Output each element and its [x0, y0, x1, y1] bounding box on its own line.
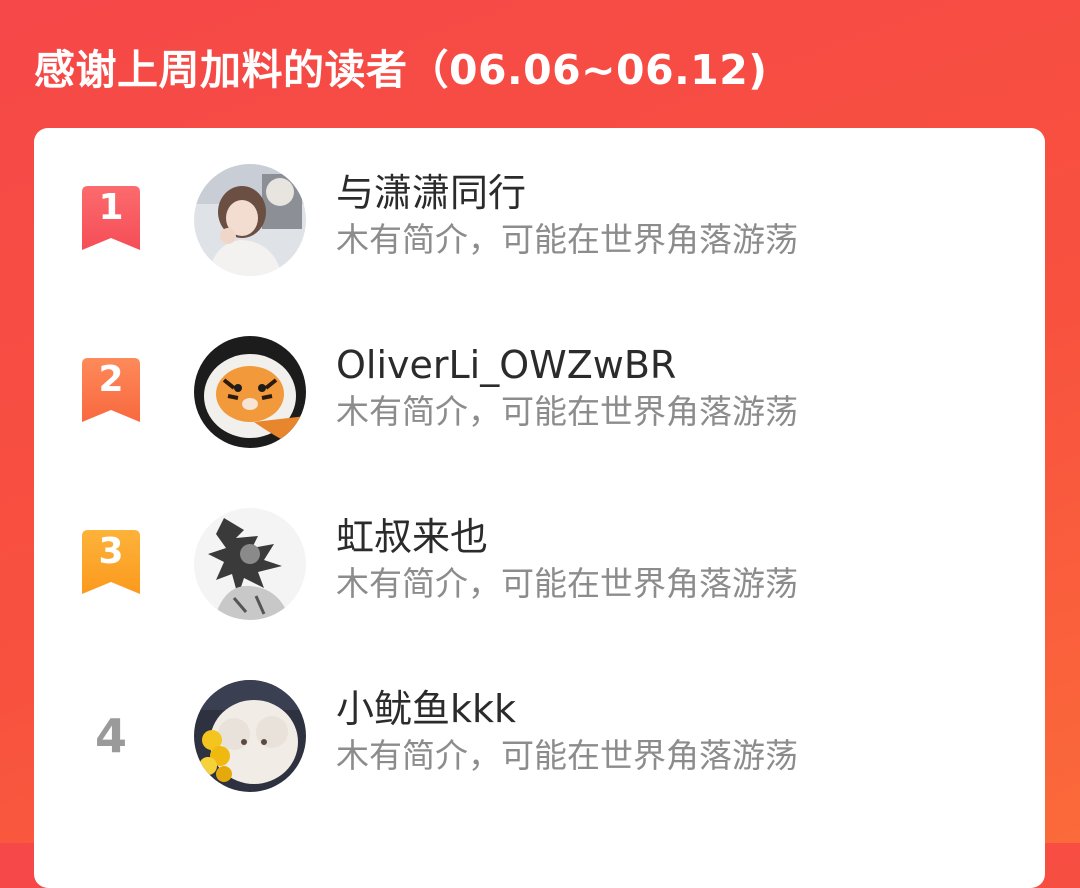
rank-number: 1 — [98, 187, 124, 228]
avatar[interactable] — [194, 508, 306, 620]
rank-number: 2 — [98, 359, 124, 400]
reader-bio: 木有简介，可能在世界角落游荡 — [336, 392, 798, 431]
reader-row-4[interactable]: 4 小鱿鱼kkk 木有简介，可能在世界角落游荡 — [34, 680, 1045, 800]
rank-badge-1: 1 — [82, 186, 140, 250]
rank-badge-2: 2 — [82, 358, 140, 422]
reader-bio: 木有简介，可能在世界角落游荡 — [336, 736, 798, 775]
rank-number: 4 — [94, 709, 127, 763]
reader-row-1[interactable]: 1 与潇潇同行 木有简介，可能在世界角落游荡 — [34, 164, 1045, 284]
reader-bio: 木有简介，可能在世界角落游荡 — [336, 220, 798, 259]
page-title: 感谢上周加料的读者（06.06~06.12) — [34, 46, 768, 94]
reader-row-2[interactable]: 2 OliverLi_OWZwBR 木有简介，可能在世界角落游荡 — [34, 336, 1045, 456]
reader-list-card: 1 与潇潇同行 木有简介，可能在世界角落游荡 2 OliverLi_OWZwBR… — [34, 128, 1045, 888]
reader-name[interactable]: 虹叔来也 — [336, 510, 488, 564]
rank-number: 3 — [98, 531, 124, 572]
reader-bio: 木有简介，可能在世界角落游荡 — [336, 564, 798, 603]
avatar[interactable] — [194, 680, 306, 792]
avatar[interactable] — [194, 164, 306, 276]
avatar[interactable] — [194, 336, 306, 448]
reader-name[interactable]: OliverLi_OWZwBR — [336, 338, 676, 392]
reader-name[interactable]: 小鱿鱼kkk — [336, 682, 516, 736]
rank-badge-3: 3 — [82, 530, 140, 594]
reader-name[interactable]: 与潇潇同行 — [336, 166, 526, 220]
reader-row-3[interactable]: 3 虹叔来也 木有简介，可能在世界角落游荡 — [34, 508, 1045, 628]
